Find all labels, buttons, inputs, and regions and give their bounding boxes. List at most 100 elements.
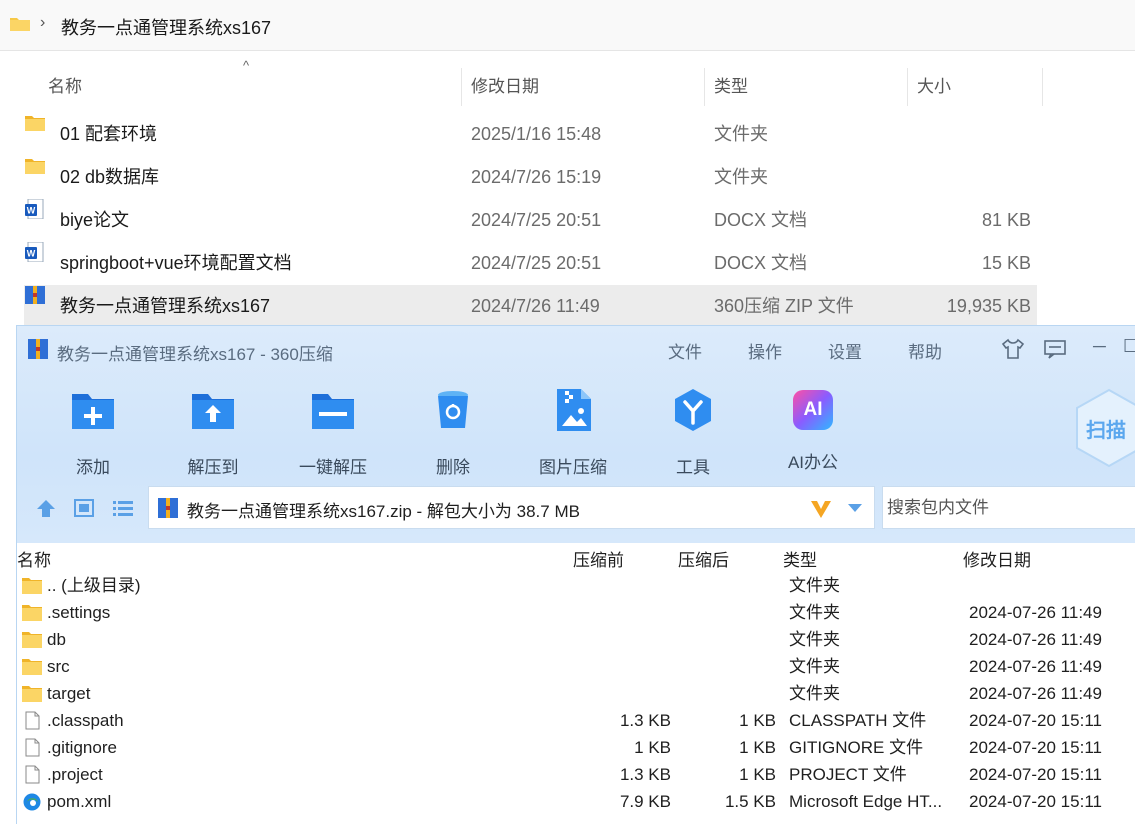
archive-search-input[interactable] bbox=[885, 497, 1129, 519]
entry-size-after: 1 KB bbox=[739, 765, 776, 784]
entry-size-before: 1.3 KB bbox=[619, 765, 671, 784]
archive-row[interactable]: .. (上级目录) 文件夹 bbox=[17, 572, 1135, 599]
chevron-right-icon[interactable]: › bbox=[40, 14, 45, 32]
file-name: 02 db数据库 bbox=[60, 167, 160, 187]
file-size: 81 KB bbox=[981, 210, 1031, 230]
extract-to-button[interactable]: 解压到 bbox=[163, 386, 263, 478]
entry-date: 2024-07-20 15:11 bbox=[969, 792, 1102, 811]
sort-ascending-icon: ^ bbox=[243, 58, 250, 73]
zip-column-name[interactable]: 名称 bbox=[17, 546, 51, 571]
file-date: 2024/7/25 20:51 bbox=[471, 210, 602, 230]
file-date: 2024/7/25 20:51 bbox=[471, 253, 602, 273]
menu-operation[interactable]: 操作 bbox=[748, 338, 782, 363]
file-name: 01 配套环境 bbox=[60, 124, 158, 144]
folder-icon bbox=[22, 578, 42, 594]
column-header-type[interactable]: 类型 bbox=[714, 68, 748, 106]
entry-name: .classpath bbox=[47, 711, 124, 730]
column-header-size[interactable]: 大小 bbox=[917, 68, 951, 106]
thumbnail-view-icon[interactable] bbox=[73, 498, 95, 518]
maximize-icon[interactable]: ☐ bbox=[1123, 336, 1135, 357]
add-folder-icon bbox=[72, 394, 114, 429]
delete-label: 删除 bbox=[436, 458, 470, 477]
menu-settings[interactable]: 设置 bbox=[828, 338, 862, 363]
file-name: biye论文 bbox=[60, 210, 130, 230]
file-icon bbox=[25, 765, 40, 784]
zip-archive-icon bbox=[158, 498, 178, 518]
image-compress-button[interactable]: 图片压缩 bbox=[523, 386, 623, 478]
tools-button[interactable]: 工具 bbox=[643, 386, 743, 478]
breadcrumb-current-folder[interactable]: 教务一点通管理系统xs167 bbox=[61, 14, 271, 40]
word-doc-icon: W bbox=[25, 241, 44, 263]
address-bar[interactable]: › 教务一点通管理系统xs167 bbox=[0, 0, 1135, 51]
entry-type: 文件夹 bbox=[789, 576, 840, 595]
entry-type: GITIGNORE 文件 bbox=[789, 738, 924, 757]
file-row[interactable]: W springboot+vue环境配置文档 2024/7/25 20:51 D… bbox=[24, 241, 1037, 284]
entry-name: db bbox=[47, 630, 66, 649]
archive-search-box[interactable] bbox=[882, 486, 1135, 529]
window-title: 教务一点通管理系统xs167 - 360压缩 bbox=[57, 345, 333, 364]
one-click-extract-button[interactable]: 一键解压 bbox=[283, 386, 383, 478]
vip-v-icon[interactable] bbox=[809, 498, 833, 520]
zip-column-date[interactable]: 修改日期 bbox=[963, 546, 1031, 571]
archive-row[interactable]: src 文件夹 2024-07-26 11:49 bbox=[17, 653, 1135, 680]
file-size: 19,935 KB bbox=[946, 296, 1031, 316]
entry-name: src bbox=[47, 657, 70, 676]
entry-name: .settings bbox=[47, 603, 111, 622]
column-divider[interactable] bbox=[907, 68, 908, 106]
archive-row[interactable]: .project 1.3 KB 1 KB PROJECT 文件 2024-07-… bbox=[17, 761, 1135, 788]
dropdown-arrow-icon[interactable] bbox=[847, 503, 863, 513]
entry-date: 2024-07-20 15:11 bbox=[969, 765, 1102, 784]
folder-icon bbox=[22, 632, 42, 648]
entry-name: target bbox=[47, 684, 91, 703]
scan-button[interactable]: 扫描 bbox=[1074, 388, 1135, 468]
column-header-name[interactable]: 名称 bbox=[48, 68, 82, 106]
file-type: DOCX 文档 bbox=[714, 210, 808, 230]
add-button[interactable]: 添加 bbox=[43, 386, 143, 478]
column-divider[interactable] bbox=[1042, 68, 1043, 106]
up-arrow-icon[interactable] bbox=[35, 498, 57, 518]
file-row[interactable]: W biye论文 2024/7/25 20:51 DOCX 文档 81 KB bbox=[24, 198, 1037, 241]
entry-date: 2024-07-20 15:11 bbox=[969, 738, 1102, 757]
image-compress-icon bbox=[557, 389, 591, 431]
file-name: 教务一点通管理系统xs167 bbox=[60, 296, 271, 316]
message-icon[interactable] bbox=[1043, 339, 1067, 359]
file-date: 2024/7/26 11:49 bbox=[471, 296, 600, 316]
word-doc-icon: W bbox=[25, 198, 44, 220]
archive-row[interactable]: db 文件夹 2024-07-26 11:49 bbox=[17, 626, 1135, 653]
folder-icon bbox=[10, 18, 30, 31]
archive-row[interactable]: pom.xml 7.9 KB 1.5 KB Microsoft Edge HT.… bbox=[17, 788, 1135, 815]
ai-badge-text: AI bbox=[803, 399, 823, 420]
svg-text:W: W bbox=[27, 249, 36, 259]
svg-text:W: W bbox=[27, 206, 36, 216]
file-row[interactable]: 02 db数据库 2024/7/26 15:19 文件夹 bbox=[24, 156, 1037, 198]
image-compress-label: 图片压缩 bbox=[539, 458, 607, 477]
zip-column-before[interactable]: 压缩前 bbox=[573, 546, 624, 571]
ai-office-button[interactable]: AI AI办公 bbox=[763, 386, 863, 473]
column-divider[interactable] bbox=[461, 68, 462, 106]
menu-help[interactable]: 帮助 bbox=[908, 338, 942, 363]
delete-button[interactable]: 删除 bbox=[403, 386, 503, 478]
menu-file[interactable]: 文件 bbox=[668, 338, 702, 363]
archive-row[interactable]: .settings 文件夹 2024-07-26 11:49 bbox=[17, 599, 1135, 626]
file-date: 2024/7/26 15:19 bbox=[471, 167, 602, 187]
zip-column-type[interactable]: 类型 bbox=[783, 546, 817, 571]
minimize-icon[interactable]: ─ bbox=[1093, 336, 1106, 357]
entry-type: 文件夹 bbox=[789, 630, 840, 649]
column-divider[interactable] bbox=[704, 68, 705, 106]
column-header-date[interactable]: 修改日期 bbox=[471, 68, 539, 106]
archive-row[interactable]: .gitignore 1 KB 1 KB GITIGNORE 文件 2024-0… bbox=[17, 734, 1135, 761]
entry-type: 文件夹 bbox=[789, 603, 840, 622]
file-row-selected[interactable]: 教务一点通管理系统xs167 2024/7/26 11:49 360压缩 ZIP… bbox=[24, 285, 1037, 327]
archive-row[interactable]: .classpath 1.3 KB 1 KB CLASSPATH 文件 2024… bbox=[17, 707, 1135, 734]
list-view-icon[interactable] bbox=[112, 498, 134, 518]
archive-row[interactable]: target 文件夹 2024-07-26 11:49 bbox=[17, 680, 1135, 707]
file-type: 文件夹 bbox=[714, 167, 768, 187]
archive-path-box[interactable]: 教务一点通管理系统xs167.zip - 解包大小为 38.7 MB bbox=[148, 486, 875, 529]
zip-archive-icon bbox=[25, 286, 45, 304]
file-row[interactable]: 01 配套环境 2025/1/16 15:48 文件夹 bbox=[24, 113, 1037, 155]
file-type: 360压缩 ZIP 文件 bbox=[714, 296, 854, 316]
extract-folder-icon bbox=[192, 394, 234, 429]
zip-column-after[interactable]: 压缩后 bbox=[678, 546, 729, 571]
skin-shirt-icon[interactable] bbox=[1001, 338, 1025, 360]
entry-size-after: 1.5 KB bbox=[724, 792, 776, 811]
